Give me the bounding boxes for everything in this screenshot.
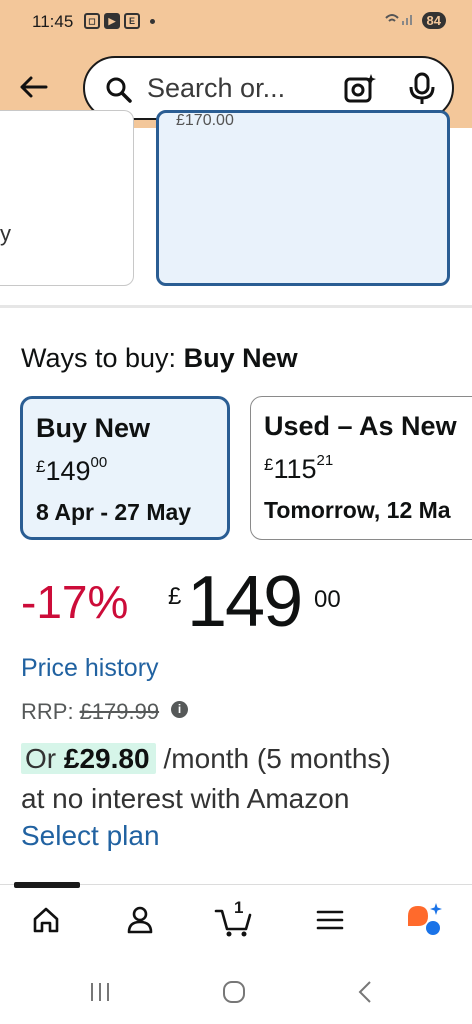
ways-to-buy-heading: Ways to buy: Buy New	[21, 343, 298, 373]
buy-option-price: £11521	[264, 452, 334, 484]
recent-apps-icon[interactable]	[80, 972, 120, 1012]
price-whole: 149	[187, 562, 303, 642]
system-nav-bar	[0, 960, 472, 1024]
variant-card-price: £170.00	[176, 112, 234, 129]
installment-line: Or £29.80/month (5 months)	[21, 743, 391, 775]
cart-count-badge: 1	[234, 898, 244, 917]
back-arrow-icon[interactable]	[16, 70, 50, 104]
microphone-icon[interactable]	[407, 72, 437, 111]
more-notifications-icon	[150, 18, 155, 24]
buy-option-name: Buy New	[36, 413, 151, 443]
cart-icon[interactable]: 1	[212, 898, 256, 942]
price-history-link[interactable]: Price history	[21, 654, 159, 683]
product-variant-card-selected[interactable]	[156, 110, 450, 286]
screenshot-icon: ◻	[84, 13, 100, 29]
rrp-line: RRP: £179.99 i	[21, 699, 189, 725]
buy-option-used[interactable]: Used – As New £11521 Tomorrow, 12 Ma	[250, 396, 472, 540]
rrp-label: RRP:	[21, 699, 74, 724]
menu-icon[interactable]	[308, 898, 352, 942]
buy-option-delivery: Tomorrow, 12 Ma	[264, 497, 451, 523]
search-input[interactable]: Search or...	[147, 73, 285, 104]
status-time: 11:45	[32, 12, 74, 31]
rufus-icon[interactable]	[402, 898, 446, 942]
select-plan-link[interactable]: Select plan	[21, 820, 160, 852]
e-app-icon: E	[124, 13, 140, 29]
youtube-icon: ▶	[104, 13, 120, 29]
buy-option-delivery: 8 Apr - 27 May	[36, 499, 192, 525]
installment-interest-text: at no interest with Amazon	[21, 783, 350, 814]
product-variant-card[interactable]	[0, 110, 134, 286]
account-icon[interactable]	[118, 898, 162, 942]
variant-card-label: y	[0, 221, 11, 246]
installment-terms: /month (5 months)	[163, 743, 391, 774]
battery-icon: 84	[421, 12, 446, 29]
buy-option-new[interactable]: Buy New £14900 8 Apr - 27 May	[20, 396, 230, 540]
home-button-icon[interactable]	[214, 972, 254, 1012]
search-icon	[105, 76, 133, 109]
installment-highlight: Or £29.80	[21, 743, 156, 774]
info-icon[interactable]: i	[171, 700, 189, 718]
price-fraction: 00	[314, 586, 341, 613]
ways-to-buy-selected: Buy New	[183, 343, 298, 373]
home-icon[interactable]	[24, 898, 68, 942]
rrp-value: £179.99	[79, 699, 160, 724]
back-button-icon[interactable]	[346, 972, 386, 1012]
camera-lens-icon[interactable]	[343, 72, 377, 111]
discount-percentage: -17%	[21, 576, 129, 628]
status-bar: 11:45 ◻ ▶ E 84	[0, 0, 472, 46]
price-currency: £	[168, 583, 182, 610]
installment-amount: £29.80	[63, 743, 150, 774]
status-notification-icons: ◻ ▶ E	[84, 13, 155, 29]
app-header: 11:45 ◻ ▶ E 84 Search or...	[0, 0, 472, 128]
buy-option-price: £14900	[36, 454, 108, 486]
buy-option-name: Used – As New	[264, 411, 457, 441]
status-system-icons: 84	[384, 12, 446, 29]
wifi-signal-icon	[384, 12, 416, 29]
nav-active-indicator	[14, 882, 80, 888]
section-divider	[0, 305, 472, 308]
